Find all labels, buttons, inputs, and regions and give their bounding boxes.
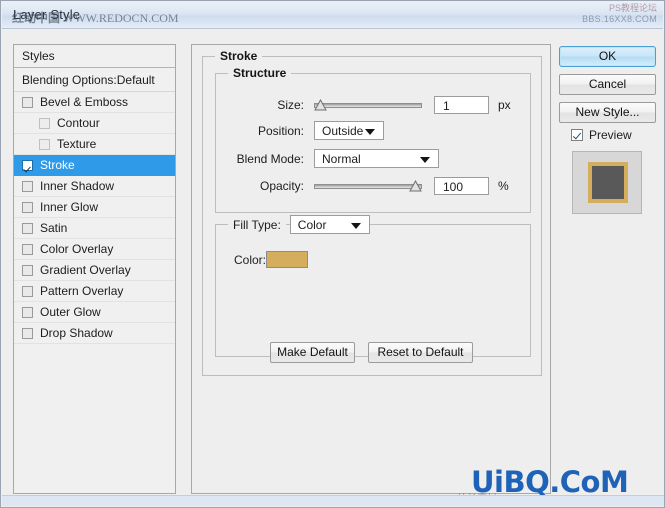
effect-row-inner-shadow[interactable]: Inner Shadow	[14, 176, 175, 197]
cancel-button[interactable]: Cancel	[559, 74, 656, 95]
layer-style-dialog: Layer Style 红动中国 WWW.REDOCN.COM PS教程论坛 B…	[0, 0, 665, 508]
opacity-label: Opacity:	[259, 179, 304, 193]
chevron-down-icon	[365, 129, 375, 135]
effect-checkbox[interactable]	[22, 264, 33, 276]
effects-list: Bevel & Emboss Contour Texture Stroke Inner …	[14, 92, 175, 344]
size-value-input[interactable]: 1	[434, 96, 489, 114]
opacity-row: Opacity: 100 %	[216, 177, 532, 195]
effect-checkbox[interactable]	[39, 117, 50, 129]
effect-label: Satin	[40, 221, 68, 235]
opacity-slider[interactable]	[314, 180, 422, 192]
position-select[interactable]: Outside	[314, 121, 384, 140]
watermark-topright-line1: PS教程论坛	[608, 3, 657, 13]
color-row: Color:	[216, 251, 308, 268]
chevron-down-icon	[350, 223, 361, 229]
effect-checkbox[interactable]	[22, 285, 33, 297]
preview-toggle[interactable]: Preview	[571, 128, 632, 142]
effect-checkbox[interactable]	[22, 222, 33, 234]
effect-label: Pattern Overlay	[40, 284, 124, 298]
chevron-down-icon	[420, 157, 430, 163]
effect-label: Inner Glow	[40, 200, 99, 214]
preview-label: Preview	[589, 128, 632, 142]
effect-checkbox[interactable]	[39, 138, 50, 150]
effect-label: Drop Shadow	[40, 326, 113, 340]
stroke-group-label: Stroke	[215, 49, 263, 63]
effect-checkbox[interactable]	[22, 327, 33, 339]
blending-options-row[interactable]: Blending Options:Default	[14, 68, 175, 92]
opacity-slider-track[interactable]	[314, 184, 422, 189]
watermark-title-url: WWW.REDOCN.COM	[63, 11, 179, 25]
size-unit-label: px	[498, 98, 511, 112]
watermark-title: 红动中国 WWW.REDOCN.COM	[12, 9, 179, 26]
effect-checkbox[interactable]	[22, 243, 33, 255]
new-style-button[interactable]: New Style...	[559, 102, 656, 123]
styles-list-panel: Styles Blending Options:Default Bevel & …	[13, 44, 176, 494]
effect-row-contour[interactable]: Contour	[14, 113, 175, 134]
fill-type-label: Fill Type:	[228, 217, 286, 232]
effect-label: Outer Glow	[40, 305, 101, 319]
size-label: Size:	[277, 98, 304, 112]
position-label: Position:	[257, 123, 304, 138]
watermark-topright-line2: BBS.16XX8.COM	[582, 14, 657, 24]
fill-type-select[interactable]: Color	[289, 215, 370, 234]
stroke-group: Stroke Structure Size: 1 px Position: Ou…	[202, 49, 542, 376]
fill-type-value: Color	[297, 218, 327, 232]
styles-list-header: Styles	[14, 45, 175, 68]
blend-mode-label: Blend Mode:	[236, 151, 304, 166]
effect-row-stroke[interactable]: Stroke	[14, 155, 175, 176]
effect-row-satin[interactable]: Satin	[14, 218, 175, 239]
watermark-title-cn: 红动中国	[12, 11, 61, 25]
preview-checkbox[interactable]	[571, 129, 583, 141]
effect-row-inner-glow[interactable]: Inner Glow	[14, 197, 175, 218]
structure-group-label: Structure	[228, 66, 292, 80]
effect-row-bevel-emboss[interactable]: Bevel & Emboss	[14, 92, 175, 113]
size-row: Size: 1 px	[216, 96, 532, 114]
effect-row-texture[interactable]: Texture	[14, 134, 175, 155]
effect-checkbox[interactable]	[22, 180, 33, 192]
effect-checkbox[interactable]	[22, 159, 33, 171]
effect-label: Texture	[57, 137, 97, 151]
effect-label: Gradient Overlay	[40, 263, 131, 277]
effect-checkbox[interactable]	[22, 201, 33, 213]
opacity-unit-label: %	[498, 179, 509, 193]
effect-label: Bevel & Emboss	[40, 95, 129, 109]
size-slider-track[interactable]	[314, 103, 422, 108]
effect-label: Inner Shadow	[40, 179, 115, 193]
effect-checkbox[interactable]	[22, 306, 33, 318]
blend-mode-row: Blend Mode: Normal	[216, 149, 532, 168]
position-value: Outside	[322, 124, 364, 138]
preview-thumbnail	[572, 151, 642, 214]
reset-to-default-button[interactable]: Reset to Default	[368, 342, 473, 363]
position-row: Position: Outside	[216, 121, 532, 140]
window-bottom-strip	[2, 495, 664, 506]
size-knob-glyph	[314, 99, 327, 111]
blend-mode-value: Normal	[322, 152, 361, 166]
watermark-topright: PS教程论坛 BBS.16XX8.COM	[582, 3, 657, 25]
opacity-value-input[interactable]: 100	[434, 177, 489, 195]
opacity-slider-knob[interactable]	[409, 180, 422, 192]
ok-button[interactable]: OK	[559, 46, 656, 67]
size-slider[interactable]	[314, 99, 422, 111]
effect-checkbox[interactable]	[22, 96, 33, 108]
size-slider-knob[interactable]	[314, 99, 327, 111]
preview-thumbnail-shape	[588, 162, 628, 203]
stroke-color-swatch[interactable]	[266, 251, 308, 268]
make-default-button[interactable]: Make Default	[270, 342, 355, 363]
opacity-knob-glyph	[409, 180, 422, 192]
fill-type-row: Fill Type: Color	[228, 215, 370, 234]
effect-row-outer-glow[interactable]: Outer Glow	[14, 302, 175, 323]
effect-label: Stroke	[40, 158, 75, 172]
title-bar: Layer Style 红动中国 WWW.REDOCN.COM PS教程论坛 B…	[2, 2, 663, 29]
effect-label: Color Overlay	[40, 242, 114, 256]
stroke-settings-panel: Stroke Structure Size: 1 px Position: Ou…	[191, 44, 551, 494]
effect-row-color-overlay[interactable]: Color Overlay	[14, 239, 175, 260]
blend-mode-select[interactable]: Normal	[314, 149, 439, 168]
structure-group: Structure Size: 1 px Position: Outside B…	[215, 66, 532, 213]
effect-row-drop-shadow[interactable]: Drop Shadow	[14, 323, 175, 344]
effect-label: Contour	[57, 116, 100, 130]
effect-row-pattern-overlay[interactable]: Pattern Overlay	[14, 281, 175, 302]
effect-row-gradient-overlay[interactable]: Gradient Overlay	[14, 260, 175, 281]
color-label: Color:	[233, 252, 266, 267]
fill-type-group: Fill Type: Color Color:	[215, 215, 531, 357]
